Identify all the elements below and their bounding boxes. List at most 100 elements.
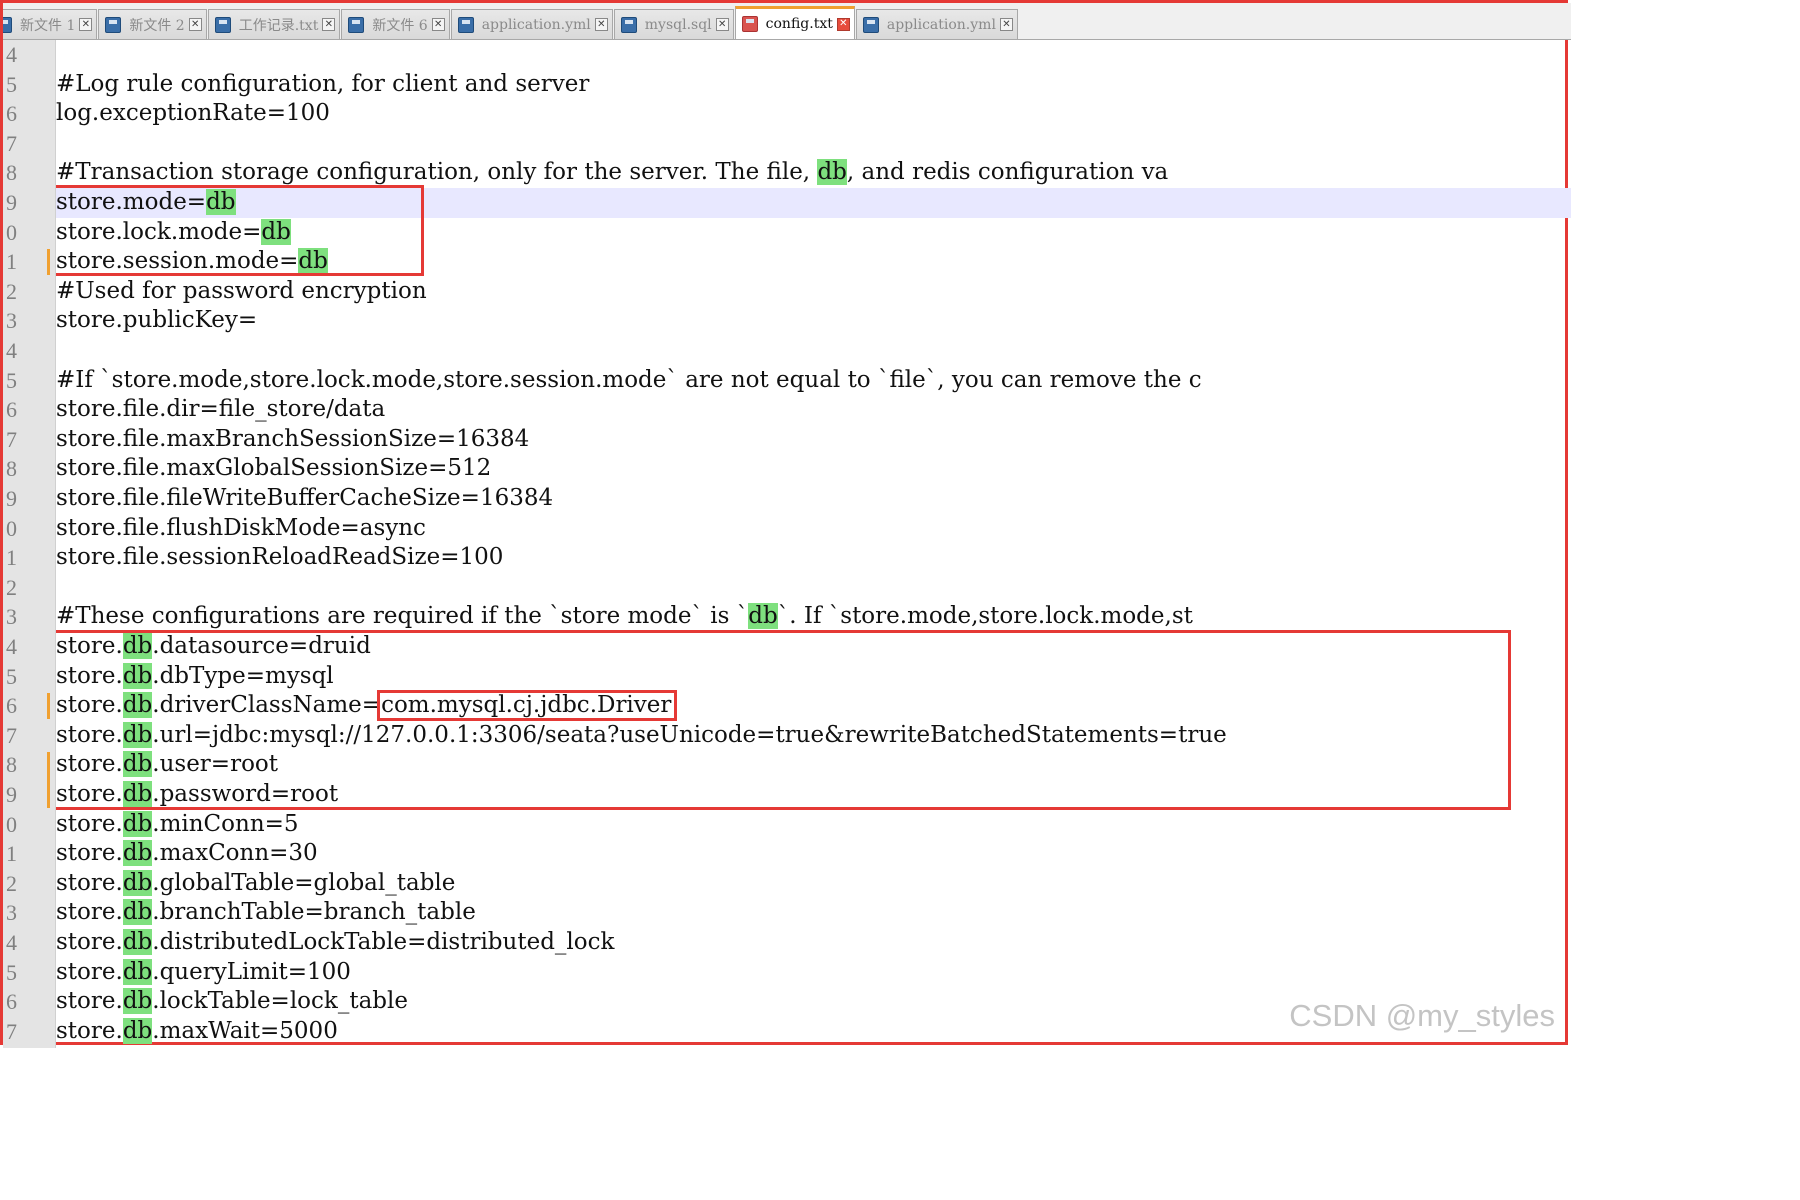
tab-5[interactable]: mysql.sql ✕ — [613, 9, 734, 39]
line-number: 7 — [6, 1018, 17, 1044]
close-icon[interactable]: ✕ — [836, 17, 850, 31]
change-marker — [47, 752, 50, 808]
annotation-box-driver-class — [377, 690, 678, 721]
line-number: 6 — [6, 397, 17, 423]
tab-4[interactable]: application.yml ✕ — [450, 9, 613, 39]
close-icon[interactable]: ✕ — [999, 18, 1013, 31]
close-icon[interactable]: ✕ — [715, 18, 729, 31]
tab-1[interactable]: 新文件 2 ✕ — [98, 9, 207, 39]
code-line: store.file.sessionReloadReadSize=100 — [56, 543, 503, 573]
annotation-box-db-settings — [56, 630, 1511, 810]
tab-7[interactable]: application.yml ✕ — [855, 9, 1018, 39]
search-match: db — [122, 840, 153, 867]
watermark: CSDN @my_styles — [1289, 998, 1555, 1033]
search-match: db — [122, 899, 153, 926]
code-text: .maxConn=30 — [152, 840, 318, 867]
save-disk-icon — [862, 16, 879, 33]
line-number: 5 — [6, 663, 17, 689]
line-number: 9 — [6, 782, 17, 807]
code-text: store.file.dir=file_store/data — [56, 396, 386, 423]
code-text: .distributedLockTable=distributed_lock — [152, 929, 615, 955]
tab-3[interactable]: 新文件 6 ✕ — [341, 9, 450, 39]
line-number: 1 — [6, 841, 17, 867]
save-disk-icon — [105, 16, 122, 33]
tab-label: 新文件 6 — [372, 17, 428, 34]
code-text: store. — [56, 988, 123, 1015]
code-text: store. — [56, 810, 123, 837]
code-text: .queryLimit=100 — [152, 958, 351, 985]
line-number: 3 — [6, 604, 17, 630]
save-disk-icon — [620, 16, 637, 33]
code-text: store.file.flushDiskMode=async — [56, 514, 426, 541]
line-number: 0 — [6, 811, 17, 837]
code-line: store.db.minConn=5 — [56, 810, 299, 840]
line-number: 8 — [6, 752, 17, 778]
tab-2[interactable]: 工作记录.txt ✕ — [207, 9, 341, 39]
change-marker — [47, 693, 50, 719]
tab-label: 新文件 2 — [129, 17, 185, 34]
annotation-box-store-mode — [56, 185, 424, 276]
line-number-gutter: 4 5 6 7 8 9 0 1 2 3 4 5 6 7 8 9 0 1 2 3 4 5 6 7 8 9 0 1 2 3 4 5 6 7 — [3, 40, 56, 1048]
line-number: 2 — [6, 870, 17, 896]
code-text: store. — [56, 869, 123, 896]
search-match: db — [122, 988, 153, 1015]
line-number: 2 — [6, 278, 17, 304]
code-line: store.db.lockTable=lock_table — [56, 987, 408, 1017]
search-match: db — [122, 958, 153, 985]
code-line: store.file.maxGlobalSessionSize=512 — [56, 454, 491, 484]
code-text: `. If `store.mode,store.lock.mode,st — [777, 603, 1193, 630]
line-number: 7 — [6, 722, 17, 748]
code-text: store. — [56, 1017, 123, 1044]
tab-0[interactable]: 新文件 1 ✕ — [3, 9, 98, 39]
tab-6[interactable]: config.txt ✕ — [734, 6, 855, 39]
tab-label: application.yml — [481, 16, 591, 33]
close-icon[interactable]: ✕ — [188, 18, 202, 31]
close-icon[interactable]: ✕ — [594, 18, 608, 31]
code-line: store.db.distributedLockTable=distribute… — [56, 928, 614, 958]
tab-label: 新文件 1 — [20, 17, 76, 34]
save-disk-icon — [741, 16, 758, 32]
code-text: #Log rule configuration, for client and … — [56, 70, 590, 97]
code-line: store.file.dir=file_store/data — [56, 395, 385, 425]
code-text: .lockTable=lock_table — [152, 988, 408, 1015]
line-number: 6 — [6, 101, 17, 127]
code-text: .maxWait=5000 — [152, 1017, 338, 1044]
close-icon[interactable]: ✕ — [79, 18, 93, 31]
editor-window: 新文件 1 ✕ 新文件 2 ✕ 工作记录.txt ✕ 新文件 6 ✕ application.y… — [0, 0, 1571, 1048]
line-number: 8 — [6, 160, 17, 186]
code-text: store. — [56, 899, 123, 926]
code-line: store.db.maxWait=5000 — [56, 1017, 338, 1047]
code-line: store.file.fileWriteBufferCacheSize=1638… — [56, 484, 553, 514]
code-line: log.exceptionRate=100 — [56, 99, 330, 129]
save-disk-icon — [3, 16, 12, 33]
search-match: db — [122, 929, 153, 955]
line-number: 1 — [6, 249, 17, 275]
code-text: .minConn=5 — [152, 810, 299, 837]
line-number: 3 — [6, 900, 17, 926]
text-editor[interactable]: #Log rule configuration, for client and … — [56, 40, 1571, 1048]
code-line: store.db.queryLimit=100 — [56, 958, 351, 988]
code-text: store.file.sessionReloadReadSize=100 — [56, 544, 504, 571]
code-text: store.file.maxGlobalSessionSize=512 — [56, 455, 492, 482]
line-number: 5 — [6, 367, 17, 393]
search-match: db — [748, 603, 778, 630]
tab-bar: 新文件 1 ✕ 新文件 2 ✕ 工作记录.txt ✕ 新文件 6 ✕ application.y… — [3, 3, 1571, 40]
line-number: 0 — [6, 515, 17, 541]
line-number: 1 — [6, 545, 17, 571]
tab-label: config.txt — [765, 16, 833, 32]
code-text: #If `store.mode,store.lock.mode,store.se… — [56, 366, 1202, 393]
code-line: #Transaction storage configuration, only… — [56, 158, 1168, 188]
tab-label: application.yml — [886, 16, 996, 33]
code-line: store.publicKey= — [56, 306, 257, 336]
code-line: store.db.maxConn=30 — [56, 839, 318, 869]
line-number: 4 — [6, 338, 17, 363]
code-line: #Used for password encryption — [56, 277, 427, 307]
close-icon[interactable]: ✕ — [431, 18, 445, 31]
line-number: 7 — [6, 130, 17, 156]
close-icon[interactable]: ✕ — [322, 18, 336, 31]
line-number: 5 — [6, 71, 17, 97]
line-number: 4 — [6, 930, 17, 955]
code-text: #These configurations are required if th… — [56, 603, 749, 630]
line-number: 4 — [6, 42, 17, 67]
search-match: db — [122, 1017, 153, 1044]
